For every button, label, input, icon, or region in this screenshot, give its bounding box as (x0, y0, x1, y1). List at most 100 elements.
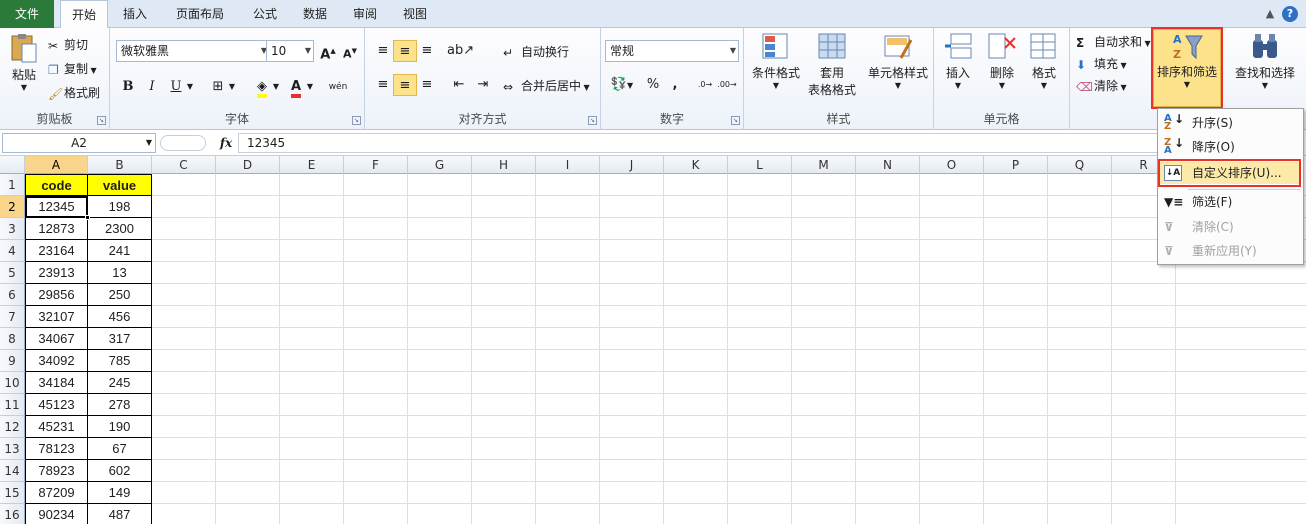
table-header-cell[interactable]: value (88, 174, 152, 196)
menu-item-sort-descending[interactable]: Z A ↓ 降序(O) (1160, 136, 1301, 158)
row-header-15[interactable]: 15 (0, 482, 25, 504)
column-header-K[interactable]: K (664, 156, 728, 174)
fill-button[interactable]: ⬇ 填充 ▼ (1076, 55, 1127, 72)
row-header-3[interactable]: 3 (0, 218, 25, 240)
table-cell[interactable]: 78123 (25, 438, 88, 460)
decrease-decimal-icon[interactable]: .00→ (715, 74, 739, 96)
cut-button[interactable]: ✂ 剪切 (48, 36, 88, 53)
column-header-L[interactable]: L (728, 156, 792, 174)
clipboard-launcher-icon[interactable]: ↘ (97, 116, 106, 125)
align-bottom-icon[interactable]: ≡ (415, 40, 439, 62)
number-format-select[interactable]: 常规 ▼ (605, 40, 739, 62)
alignment-launcher-icon[interactable]: ↘ (588, 116, 597, 125)
insert-function-icon[interactable]: fx (215, 133, 237, 153)
table-cell[interactable]: 190 (88, 416, 152, 438)
column-header-C[interactable]: C (152, 156, 216, 174)
table-cell[interactable]: 45123 (25, 394, 88, 416)
tab-review[interactable]: 审阅 (342, 0, 388, 28)
row-header-14[interactable]: 14 (0, 460, 25, 482)
tab-insert[interactable]: 插入 (112, 0, 158, 28)
table-cell[interactable]: 602 (88, 460, 152, 482)
table-header-cell[interactable]: code (25, 174, 88, 196)
table-cell[interactable]: 245 (88, 372, 152, 394)
row-header-1[interactable]: 1 (0, 174, 25, 196)
cell-styles-button[interactable]: 单元格样式 ▼ (862, 32, 934, 90)
column-header-D[interactable]: D (216, 156, 280, 174)
align-top-icon[interactable]: ≡ (371, 40, 395, 62)
row-header-7[interactable]: 7 (0, 306, 25, 328)
format-cells-button[interactable]: 格式 ▼ (1024, 32, 1064, 90)
paste-button[interactable]: 粘贴 ▼ (8, 32, 40, 92)
menu-item-clear[interactable]: ⊽ 清除(C) (1160, 216, 1301, 238)
tab-page-layout[interactable]: 页面布局 (162, 0, 238, 28)
row-header-2[interactable]: 2 (0, 196, 25, 218)
font-color-dropdown-icon[interactable]: ▼ (304, 76, 316, 98)
align-left-icon[interactable]: ≡ (371, 74, 395, 96)
copy-button[interactable]: ❐ 复制 ▼ (48, 60, 97, 77)
underline-dropdown-icon[interactable]: ▼ (184, 76, 196, 98)
grow-font-icon[interactable]: A▲ (316, 40, 340, 62)
column-header-M[interactable]: M (792, 156, 856, 174)
tab-data[interactable]: 数据 (292, 0, 338, 28)
merge-center-button[interactable]: ⇔ 合并后居中 ▼ (503, 77, 590, 94)
table-cell[interactable]: 278 (88, 394, 152, 416)
tab-view[interactable]: 视图 (392, 0, 438, 28)
row-header-11[interactable]: 11 (0, 394, 25, 416)
percent-button[interactable]: % (641, 74, 665, 96)
name-box-dropdown-icon[interactable]: ▼ (146, 134, 152, 152)
tab-formulas[interactable]: 公式 (242, 0, 288, 28)
menu-item-reapply[interactable]: ⊽ 重新应用(Y) (1160, 240, 1301, 262)
delete-cells-button[interactable]: 删除 ▼ (982, 32, 1022, 90)
column-header-I[interactable]: I (536, 156, 600, 174)
increase-indent-icon[interactable]: ⇥ (471, 74, 495, 96)
column-header-E[interactable]: E (280, 156, 344, 174)
column-header-H[interactable]: H (472, 156, 536, 174)
formula-bar-resize-handle[interactable] (160, 135, 206, 151)
table-cell[interactable]: 250 (88, 284, 152, 306)
font-launcher-icon[interactable]: ↘ (352, 116, 361, 125)
column-header-F[interactable]: F (344, 156, 408, 174)
shrink-font-icon[interactable]: A▼ (338, 40, 362, 62)
format-as-table-button[interactable]: 套用 表格格式 (804, 32, 860, 98)
conditional-format-button[interactable]: 条件格式 ▼ (748, 32, 804, 90)
table-cell[interactable]: 785 (88, 350, 152, 372)
row-header-12[interactable]: 12 (0, 416, 25, 438)
decrease-indent-icon[interactable]: ⇤ (447, 74, 471, 96)
table-cell[interactable]: 90234 (25, 504, 88, 524)
table-cell[interactable]: 23164 (25, 240, 88, 262)
fill-handle[interactable] (85, 215, 90, 220)
row-header-13[interactable]: 13 (0, 438, 25, 460)
bold-button[interactable]: B (116, 76, 140, 98)
clear-button[interactable]: ⌫清除 ▼ (1076, 77, 1127, 94)
name-box[interactable]: A2 ▼ (2, 133, 156, 153)
tab-file[interactable]: 文件 (0, 0, 54, 28)
find-select-button[interactable]: 查找和选择 ▼ (1226, 32, 1304, 90)
wrap-text-button[interactable]: ↵ 自动换行 (503, 43, 569, 60)
table-cell[interactable]: 32107 (25, 306, 88, 328)
table-cell[interactable]: 29856 (25, 284, 88, 306)
table-cell[interactable]: 34184 (25, 372, 88, 394)
italic-button[interactable]: I (140, 76, 164, 98)
phonetic-guide-button[interactable]: wén (324, 76, 352, 98)
table-cell[interactable]: 487 (88, 504, 152, 524)
formula-input[interactable]: 12345 (238, 133, 1304, 153)
table-cell[interactable]: 149 (88, 482, 152, 504)
table-cell[interactable]: 34067 (25, 328, 88, 350)
format-painter-button[interactable]: 🖌格式刷 (48, 84, 100, 101)
row-header-6[interactable]: 6 (0, 284, 25, 306)
table-cell[interactable]: 67 (88, 438, 152, 460)
active-cell[interactable]: 12345 (25, 196, 88, 218)
column-header-B[interactable]: B (88, 156, 152, 174)
insert-cells-button[interactable]: 插入 ▼ (938, 32, 978, 90)
borders-dropdown-icon[interactable]: ▼ (226, 76, 238, 98)
fill-color-dropdown-icon[interactable]: ▼ (270, 76, 282, 98)
column-header-O[interactable]: O (920, 156, 984, 174)
autosum-button[interactable]: Σ 自动求和 ▼ (1076, 33, 1151, 50)
column-header-N[interactable]: N (856, 156, 920, 174)
font-size-select[interactable]: 10 ▼ (266, 40, 314, 62)
number-launcher-icon[interactable]: ↘ (731, 116, 740, 125)
menu-item-sort-ascending[interactable]: A Z ↓ 升序(S) (1160, 112, 1301, 134)
help-icon[interactable]: ? (1282, 6, 1298, 22)
row-header-10[interactable]: 10 (0, 372, 25, 394)
orientation-icon[interactable]: ab↗ (447, 40, 474, 62)
